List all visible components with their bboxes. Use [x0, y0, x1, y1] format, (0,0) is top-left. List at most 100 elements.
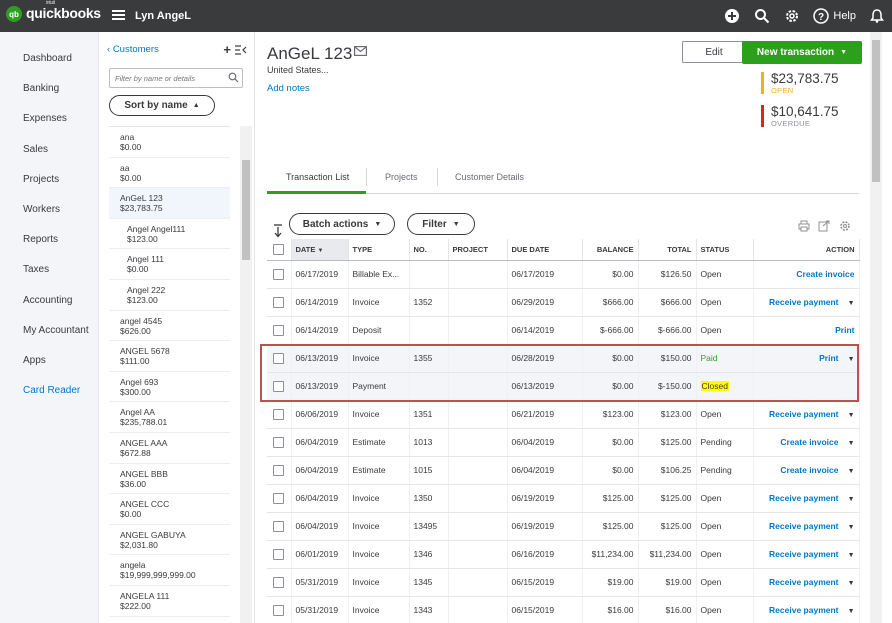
nav-item-accounting[interactable]: Accounting [0, 286, 98, 316]
customer-list-item[interactable]: Angel 693 $300.00 [109, 372, 230, 403]
row-action-link[interactable]: Receive payment [769, 493, 838, 503]
row-action-link[interactable]: Print [835, 325, 854, 335]
company-name[interactable]: Lyn AngeL [135, 10, 191, 22]
table-row[interactable]: 06/04/2019 Invoice 1350 06/19/2019 $125.00 $1… [267, 484, 860, 513]
row-action-link[interactable]: Receive payment [769, 605, 838, 615]
row-action-link[interactable]: Receive payment [769, 297, 838, 307]
nav-item-card-reader[interactable]: Card Reader [0, 376, 98, 406]
mail-icon[interactable] [354, 46, 368, 57]
table-row[interactable]: 06/04/2019 Estimate 1015 06/04/2019 $0.00 $10… [267, 456, 860, 485]
row-checkbox[interactable] [273, 492, 285, 504]
nav-item-banking[interactable]: Banking [0, 74, 98, 104]
tab-transaction-list[interactable]: Transaction List [286, 172, 349, 182]
chevron-down-icon[interactable]: ▼ [843, 412, 855, 419]
tab-projects[interactable]: Projects [385, 172, 418, 182]
table-row[interactable]: 06/04/2019 Estimate 1013 06/04/2019 $0.00 $12… [267, 428, 860, 457]
help-icon[interactable]: ? Help [813, 7, 856, 25]
edit-button[interactable]: Edit [682, 41, 746, 63]
nav-item-apps[interactable]: Apps [0, 346, 98, 376]
sort-arrow-icon[interactable] [273, 224, 284, 238]
col-balance[interactable]: BALANCE [582, 239, 639, 261]
table-row[interactable]: 06/06/2019 Invoice 1351 06/21/2019 $123.00 $1… [267, 400, 860, 429]
row-checkbox[interactable] [273, 576, 285, 588]
row-checkbox[interactable] [273, 520, 285, 532]
row-checkbox[interactable] [273, 436, 285, 448]
collapse-panel-icon[interactable] [235, 45, 247, 55]
customer-list-item[interactable]: Angel 222 $123.00 [109, 280, 230, 311]
chevron-down-icon[interactable]: ▼ [843, 440, 855, 447]
customer-list-item[interactable]: ANGEL 5678 $111.00 [109, 341, 230, 372]
table-row[interactable]: 05/31/2019 Invoice 1345 06/15/2019 $19.00 $19… [267, 568, 860, 597]
row-checkbox[interactable] [273, 548, 285, 560]
col-project[interactable]: PROJECT [448, 239, 508, 261]
chevron-down-icon[interactable]: ▼ [843, 524, 855, 531]
row-checkbox[interactable] [273, 324, 285, 336]
nav-item-workers[interactable]: Workers [0, 195, 98, 225]
customer-list-item[interactable]: ANGELA 111 $222.00 [109, 586, 230, 617]
col-status[interactable]: STATUS [696, 239, 754, 261]
col-total[interactable]: TOTAL [638, 239, 697, 261]
nav-item-reports[interactable]: Reports [0, 225, 98, 255]
chevron-down-icon[interactable]: ▼ [843, 300, 855, 307]
add-notes-link[interactable]: Add notes [267, 83, 310, 94]
table-row[interactable]: 06/14/2019 Deposit 06/14/2019 $-666.00 $-666… [267, 316, 860, 345]
print-icon[interactable] [798, 220, 810, 232]
table-row[interactable]: 05/31/2019 Invoice 1343 06/15/2019 $16.00 $16… [267, 596, 860, 623]
row-checkbox[interactable] [273, 296, 285, 308]
customer-list-item[interactable]: Angel AA $235,788.01 [109, 402, 230, 433]
col-no[interactable]: NO. [409, 239, 449, 261]
batch-actions-button[interactable]: Batch actions ▼ [289, 213, 395, 235]
customer-list-scroll-thumb[interactable] [242, 160, 250, 260]
table-row[interactable]: 06/01/2019 Invoice 1346 06/16/2019 $11,234.0… [267, 540, 860, 569]
filter-button[interactable]: Filter ▼ [407, 213, 475, 235]
row-action-link[interactable]: Create invoice [780, 437, 838, 447]
row-checkbox[interactable] [273, 268, 285, 280]
settings-icon[interactable] [839, 220, 851, 232]
back-to-customers-link[interactable]: ‹ Customers [107, 44, 159, 55]
plus-circle-icon[interactable] [723, 7, 741, 25]
bell-icon[interactable] [868, 7, 886, 25]
col-date[interactable]: DATE ▼ [291, 239, 349, 261]
row-action-link[interactable]: Receive payment [769, 577, 838, 587]
chevron-down-icon[interactable]: ▼ [843, 496, 855, 503]
customer-list-item[interactable]: ana $0.00 [109, 127, 230, 158]
customer-list-item[interactable]: ANGEL AAA $672.88 [109, 433, 230, 464]
nav-item-dashboard[interactable]: Dashboard [0, 44, 98, 74]
chevron-down-icon[interactable]: ▼ [843, 468, 855, 475]
search-icon[interactable] [753, 7, 771, 25]
gear-icon[interactable] [783, 7, 801, 25]
customer-list-item[interactable]: AnGeL 123 $23,783.75 [109, 188, 230, 219]
row-action-link[interactable]: Receive payment [769, 409, 838, 419]
nav-item-expenses[interactable]: Expenses [0, 104, 98, 134]
customer-list-item[interactable]: ANGEL CCC $0.00 [109, 494, 230, 525]
row-action-link[interactable]: Create invoice [796, 269, 854, 279]
nav-item-my-accountant[interactable]: My Accountant [0, 316, 98, 346]
customer-list-item[interactable]: Angel Angel111 $123.00 [109, 219, 230, 250]
table-row[interactable]: 06/04/2019 Invoice 13495 06/19/2019 $125.00 $… [267, 512, 860, 541]
customer-list-scrollbar[interactable] [240, 126, 252, 623]
nav-item-taxes[interactable]: Taxes [0, 255, 98, 285]
row-checkbox[interactable] [273, 408, 285, 420]
chevron-down-icon[interactable]: ▼ [843, 580, 855, 587]
row-checkbox[interactable] [273, 464, 285, 476]
row-action-link[interactable]: Create invoice [780, 465, 838, 475]
add-customer-icon[interactable]: + [223, 42, 231, 57]
quickbooks-logo[interactable]: qb intuit quickbooks [6, 0, 101, 22]
main-scrollbar[interactable] [870, 32, 882, 623]
chevron-down-icon[interactable]: ▼ [843, 552, 855, 559]
hamburger-icon[interactable] [112, 10, 125, 21]
table-row[interactable]: 06/17/2019 Billable Ex... 06/17/2019 $0.00 $… [267, 260, 860, 289]
new-transaction-button[interactable]: New transaction ▼ [742, 41, 862, 64]
select-all-checkbox[interactable] [273, 243, 285, 255]
customer-list-item[interactable]: angela $19,999,999,999.00 [109, 555, 230, 586]
customer-list-item[interactable]: ANGEL BBB $36.00 [109, 464, 230, 495]
row-checkbox[interactable] [273, 604, 285, 616]
nav-item-sales[interactable]: Sales [0, 135, 98, 165]
col-type[interactable]: TYPE [348, 239, 410, 261]
customer-list-item[interactable]: Angel 111 $0.00 [109, 249, 230, 280]
nav-item-projects[interactable]: Projects [0, 165, 98, 195]
customer-filter-input[interactable] [109, 68, 243, 88]
main-scroll-thumb[interactable] [872, 40, 880, 182]
col-due-date[interactable]: DUE DATE [507, 239, 583, 261]
table-row[interactable]: 06/14/2019 Invoice 1352 06/29/2019 $666.00 $6… [267, 288, 860, 317]
